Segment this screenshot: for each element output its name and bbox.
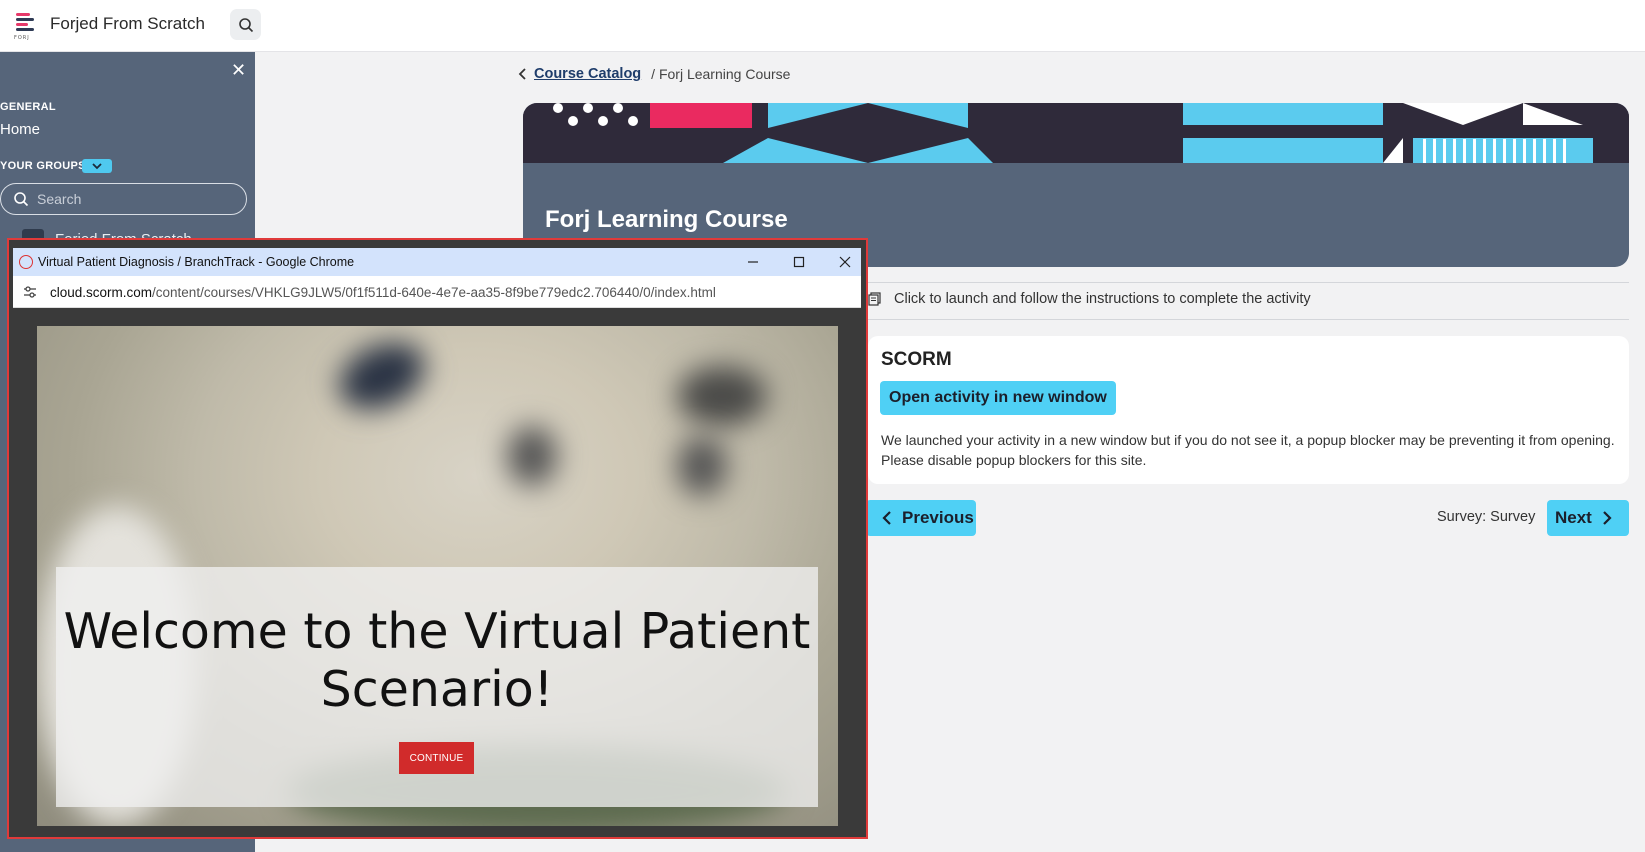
divider xyxy=(868,319,1629,320)
minimize-icon xyxy=(748,261,758,263)
close-icon xyxy=(839,256,851,268)
instructions-text: Click to launch and follow the instructi… xyxy=(894,291,1311,307)
sidebar-search-input[interactable] xyxy=(37,189,237,209)
breadcrumb-link-catalog[interactable]: Course Catalog xyxy=(534,66,641,82)
sidebar-section-general: GENERAL xyxy=(0,101,56,113)
scorm-card: SCORM Open activity in new window We lau… xyxy=(868,336,1629,484)
background-blur xyxy=(328,329,436,423)
scenario-content: Welcome to the Virtual Patient Scenario!… xyxy=(37,326,838,826)
document-icon xyxy=(868,292,881,306)
card-title: SCORM xyxy=(881,349,952,370)
background-blur xyxy=(677,366,767,426)
previous-label: Previous xyxy=(902,508,974,527)
divider xyxy=(868,282,1629,283)
next-activity-label: Survey: Survey xyxy=(1437,509,1536,525)
url-path: /content/courses/VHKLG9JLW5/0f1f511d-640… xyxy=(152,285,716,300)
background-blur xyxy=(507,426,557,486)
minimize-button[interactable] xyxy=(741,251,765,273)
previous-button[interactable]: Previous xyxy=(866,500,976,536)
app-title[interactable]: Forjed From Scratch xyxy=(50,14,205,34)
chevron-right-icon xyxy=(1603,511,1612,525)
branchtrack-icon xyxy=(19,255,33,269)
breadcrumb-separator: / xyxy=(651,66,656,82)
welcome-heading: Welcome to the Virtual Patient Scenario! xyxy=(63,603,811,718)
breadcrumb: Course Catalog / Forj Learning Course xyxy=(518,66,790,82)
close-window-button[interactable] xyxy=(833,251,857,273)
background-blur xyxy=(677,436,727,496)
maximize-icon xyxy=(793,256,805,268)
logo-text: FORJ xyxy=(14,35,30,41)
window-title: Virtual Patient Diagnosis / BranchTrack … xyxy=(38,255,355,269)
breadcrumb-current: / Forj Learning Course xyxy=(651,66,790,82)
banner-pattern xyxy=(523,103,1629,163)
breadcrumb-current-label: Forj Learning Course xyxy=(658,66,791,82)
sidebar-section-groups: YOUR GROUPS xyxy=(0,160,86,172)
chevron-left-icon xyxy=(882,511,891,525)
next-label: Next xyxy=(1555,508,1592,527)
site-settings-icon[interactable] xyxy=(23,285,37,304)
activity-instructions: Click to launch and follow the instructi… xyxy=(868,291,1311,307)
close-icon[interactable]: ✕ xyxy=(231,60,246,81)
window-title-bar[interactable]: Virtual Patient Diagnosis / BranchTrack … xyxy=(13,248,861,276)
search-icon xyxy=(13,191,29,212)
groups-toggle-button[interactable] xyxy=(82,159,112,173)
next-button[interactable]: Next xyxy=(1547,500,1629,536)
forj-logo[interactable]: FORJ xyxy=(14,11,38,41)
continue-button[interactable]: CONTINUE xyxy=(399,742,474,774)
welcome-panel: Welcome to the Virtual Patient Scenario!… xyxy=(56,567,818,807)
popup-browser-window[interactable]: Virtual Patient Diagnosis / BranchTrack … xyxy=(7,238,868,839)
url-host: cloud.scorm.com xyxy=(50,285,153,300)
search-button[interactable] xyxy=(230,9,261,40)
address-bar[interactable]: cloud.scorm.com/content/courses/VHKLG9JL… xyxy=(13,276,861,308)
sidebar-search[interactable] xyxy=(0,183,247,215)
top-bar: FORJ Forjed From Scratch xyxy=(0,0,1645,52)
sidebar-item-home[interactable]: Home xyxy=(0,121,40,138)
maximize-button[interactable] xyxy=(787,251,811,273)
open-activity-button[interactable]: Open activity in new window xyxy=(880,381,1116,415)
search-icon xyxy=(238,17,253,32)
url-text[interactable]: cloud.scorm.com/content/courses/VHKLG9JL… xyxy=(50,285,716,300)
chevron-down-icon xyxy=(92,163,102,170)
popup-blocker-note: We launched your activity in a new windo… xyxy=(881,432,1615,468)
chevron-left-icon[interactable] xyxy=(518,68,528,80)
course-title: Forj Learning Course xyxy=(545,206,788,233)
